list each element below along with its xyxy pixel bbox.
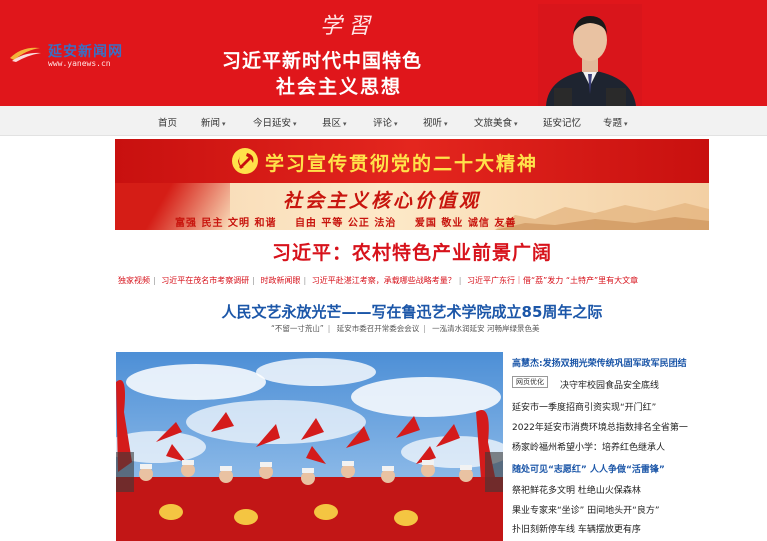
nav-item-news[interactable]: 新闻 ▾ xyxy=(201,115,226,129)
leader-portrait xyxy=(538,4,642,106)
logo-swoosh-icon xyxy=(10,47,41,62)
chevron-down-icon: ▾ xyxy=(444,120,448,128)
hammer-sickle-icon xyxy=(232,148,258,174)
party-congress-banner[interactable]: 学习宣传贯彻党的二十大精神 xyxy=(115,139,709,183)
chevron-down-icon: ▾ xyxy=(222,120,226,128)
divider: | xyxy=(303,276,307,285)
banner-title-line2[interactable]: 社会主义思想 xyxy=(276,72,402,99)
nav-item-culture-food[interactable]: 文旅美食 ▾ xyxy=(474,115,518,129)
featured-photo[interactable] xyxy=(116,352,503,541)
core-values-group: 爱国 敬业 诚信 友善 xyxy=(414,218,517,229)
main-headline[interactable]: 习近平：农村特色产业前景广阔 xyxy=(0,238,767,265)
list-item[interactable]: 随处可见“志愿红” 人人争做“活雷锋” xyxy=(512,462,665,475)
nav-item-today-yanan[interactable]: 今日延安 ▾ xyxy=(253,115,297,129)
divider: | xyxy=(327,324,331,333)
sub-link[interactable]: “不留一寸荒山” xyxy=(271,324,324,333)
sub-link[interactable]: 延安市委召开常委会会议 xyxy=(337,324,420,333)
nav-item-yanan-memory[interactable]: 延安记忆 xyxy=(543,115,581,129)
nav-item-comment[interactable]: 评论 ▾ xyxy=(373,115,398,129)
chevron-down-icon: ▾ xyxy=(343,120,347,128)
calligraphy-title: 学習 xyxy=(320,14,377,39)
nav-item-video[interactable]: 视听 ▾ xyxy=(423,115,448,129)
list-item[interactable]: 祭祀鲜花多文明 杜绝山火保森林 xyxy=(512,483,641,496)
sub-headline[interactable]: 人民文艺永放光芒——写在鲁迅艺术学院成立85周年之际 xyxy=(0,301,767,322)
core-values-list: 富强 民主 文明 和谐 自由 平等 公正 法治 爱国 敬业 诚信 友善 xyxy=(175,214,530,229)
nav-item-home[interactable]: 首页 xyxy=(158,115,177,129)
list-item[interactable]: 高慧杰:发扬双拥光荣传统巩固军政军民团结 xyxy=(512,356,687,369)
hot-link[interactable]: 习近平赴湛江考察，承载哪些战略考量？ xyxy=(312,276,456,285)
chevron-down-icon: ▾ xyxy=(514,120,518,128)
divider: | xyxy=(252,276,255,285)
chevron-down-icon: ▾ xyxy=(394,120,398,128)
list-item[interactable]: 扑旧刻新停车线 车辆摆放更有序 xyxy=(512,522,641,535)
logo-name: 延安新闻网 xyxy=(48,44,123,60)
sub-links-row: “不留一寸荒山” | 延安市委召开常委会会议 | 一泓清水润延安 河畅岸绿景色美 xyxy=(271,323,540,334)
waist-drum-dance-photo xyxy=(116,352,503,541)
site-header: 延安新闻网 www.yanews.cn 学習 习近平新时代中国特色 社会主义思想 xyxy=(0,0,767,106)
banner-title-line1[interactable]: 习近平新时代中国特色 xyxy=(222,46,422,73)
hot-link[interactable]: 独家视频 xyxy=(118,276,150,285)
core-values-group: 自由 平等 公正 法治 xyxy=(294,218,397,229)
site-logo[interactable]: 延安新闻网 www.yanews.cn xyxy=(8,40,136,70)
divider: | xyxy=(153,276,156,285)
chevron-down-icon: ▾ xyxy=(624,120,628,128)
hot-link[interactable]: 时政新闻眼 xyxy=(261,276,301,285)
list-item[interactable]: 果业专家来“坐诊” 田间地头开“良方” xyxy=(512,503,660,516)
status-badge[interactable]: 网页优化 xyxy=(512,376,548,388)
main-nav: 首页 新闻 ▾ 今日延安 ▾ 县区 ▾ 评论 ▾ 视听 ▾ 文旅美食 ▾ 延安记忆 专题 ▾ xyxy=(0,106,767,136)
core-values-heading: 社会主义核心价值观 xyxy=(283,190,482,212)
core-values-group: 富强 民主 文明 和谐 xyxy=(175,218,277,229)
sub-link[interactable]: 一泓清水润延安 河畅岸绿景色美 xyxy=(432,324,539,333)
list-item[interactable]: 2022年延安市消费环境总指数排名全省第一 xyxy=(512,420,688,433)
chevron-down-icon: ▾ xyxy=(293,120,297,128)
divider: | xyxy=(423,324,426,333)
hot-links-row: 独家视频 | 习近平在茂名市考察调研 | 时政新闻眼 | 习近平赴湛江考察，承载哪些战… xyxy=(118,275,718,286)
party-congress-banner-text: 学习宣传贯彻党的二十大精神 xyxy=(265,153,539,175)
hot-link[interactable]: 习近平在茂名市考察调研 xyxy=(161,276,249,285)
list-item[interactable]: 杨家岭福州希望小学：培养红色继承人 xyxy=(512,440,665,453)
core-values-banner[interactable]: 社会主义核心价值观 富强 民主 文明 和谐 自由 平等 公正 法治 爱国 敬业 … xyxy=(115,183,709,230)
logo-url: www.yanews.cn xyxy=(48,59,111,68)
list-item[interactable]: 延安市一季度招商引资实现“开门红” xyxy=(512,400,656,413)
hot-link[interactable]: 习近平广东行｜借“荔”发力 “土特产”里有大文章 xyxy=(467,276,638,285)
nav-item-counties[interactable]: 县区 ▾ xyxy=(322,115,347,129)
nav-item-special[interactable]: 专题 ▾ xyxy=(603,115,628,129)
divider: | xyxy=(458,276,462,285)
list-item[interactable]: 决守牢校园食品安全底线 xyxy=(560,378,659,391)
